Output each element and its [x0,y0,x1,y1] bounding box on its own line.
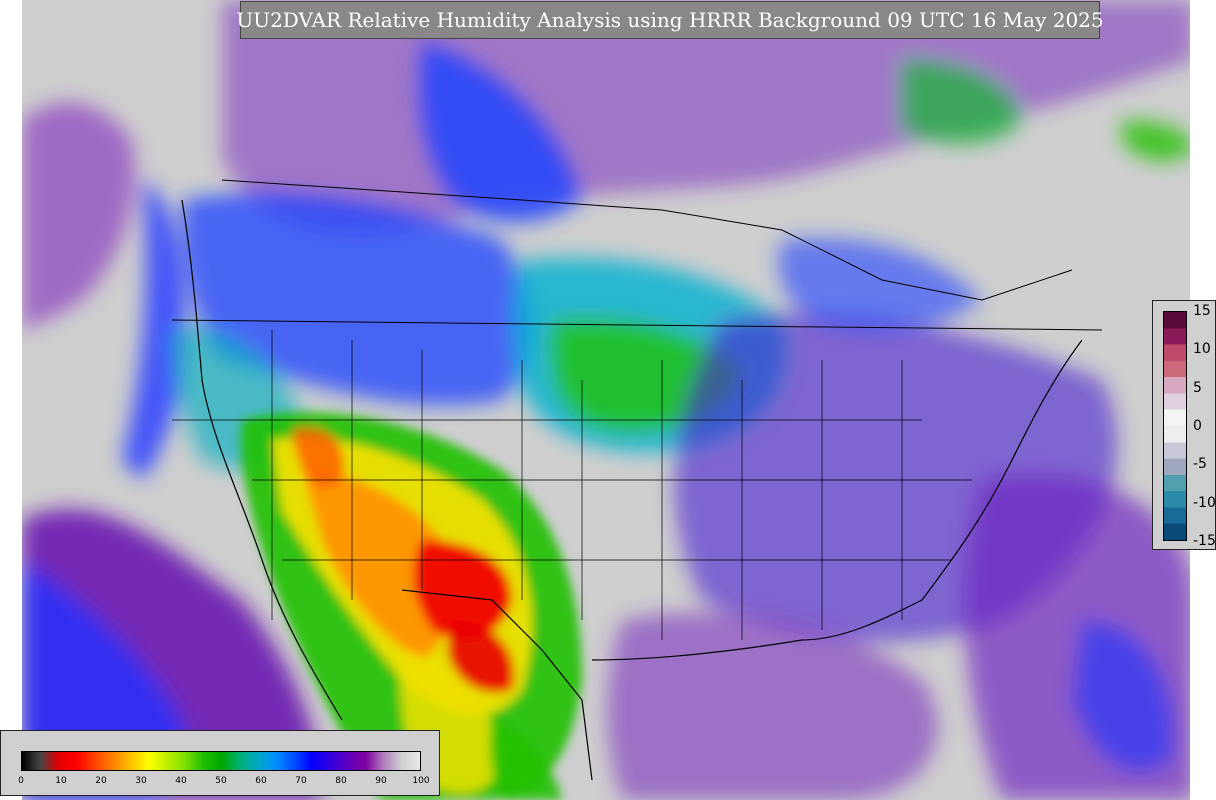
increment-tick-label: 10 [1193,341,1211,358]
rh-tick-label: 70 [295,776,307,786]
rh-tick-label: 100 [412,776,430,786]
rh-tick-label: 80 [335,776,347,786]
rh-field [22,0,1190,800]
increment-tick-label: 0 [1193,418,1202,434]
rh-colorbar-legend: 0 10 20 30 40 50 60 70 80 90 100 [0,730,440,796]
increment-colorbar [1163,311,1187,541]
increment-tick-label: -10 [1193,494,1216,511]
rh-tick-label: 40 [175,776,187,786]
rh-tick-label: 60 [255,776,267,786]
increment-tick-label: -5 [1193,456,1207,473]
increment-tick-label: -15 [1193,533,1216,549]
rh-tick-label: 30 [135,776,147,786]
rh-analysis-map [20,0,1192,800]
increment-tick-label: 5 [1193,379,1202,396]
rh-tick-label: 0 [18,776,24,786]
rh-colorbar [21,751,421,771]
increment-tick-label: 15 [1193,303,1211,319]
rh-tick-label: 90 [375,776,387,786]
increment-colorbar-legend: 15 10 5 0 -5 -10 -15 [1152,300,1216,550]
rh-tick-label: 10 [55,776,67,786]
rh-tick-label: 20 [95,776,107,786]
map-title-bar: UU2DVAR Relative Humidity Analysis using… [236,1,1104,39]
map-title: UU2DVAR Relative Humidity Analysis using… [236,8,1104,32]
rh-tick-label: 50 [215,776,227,786]
